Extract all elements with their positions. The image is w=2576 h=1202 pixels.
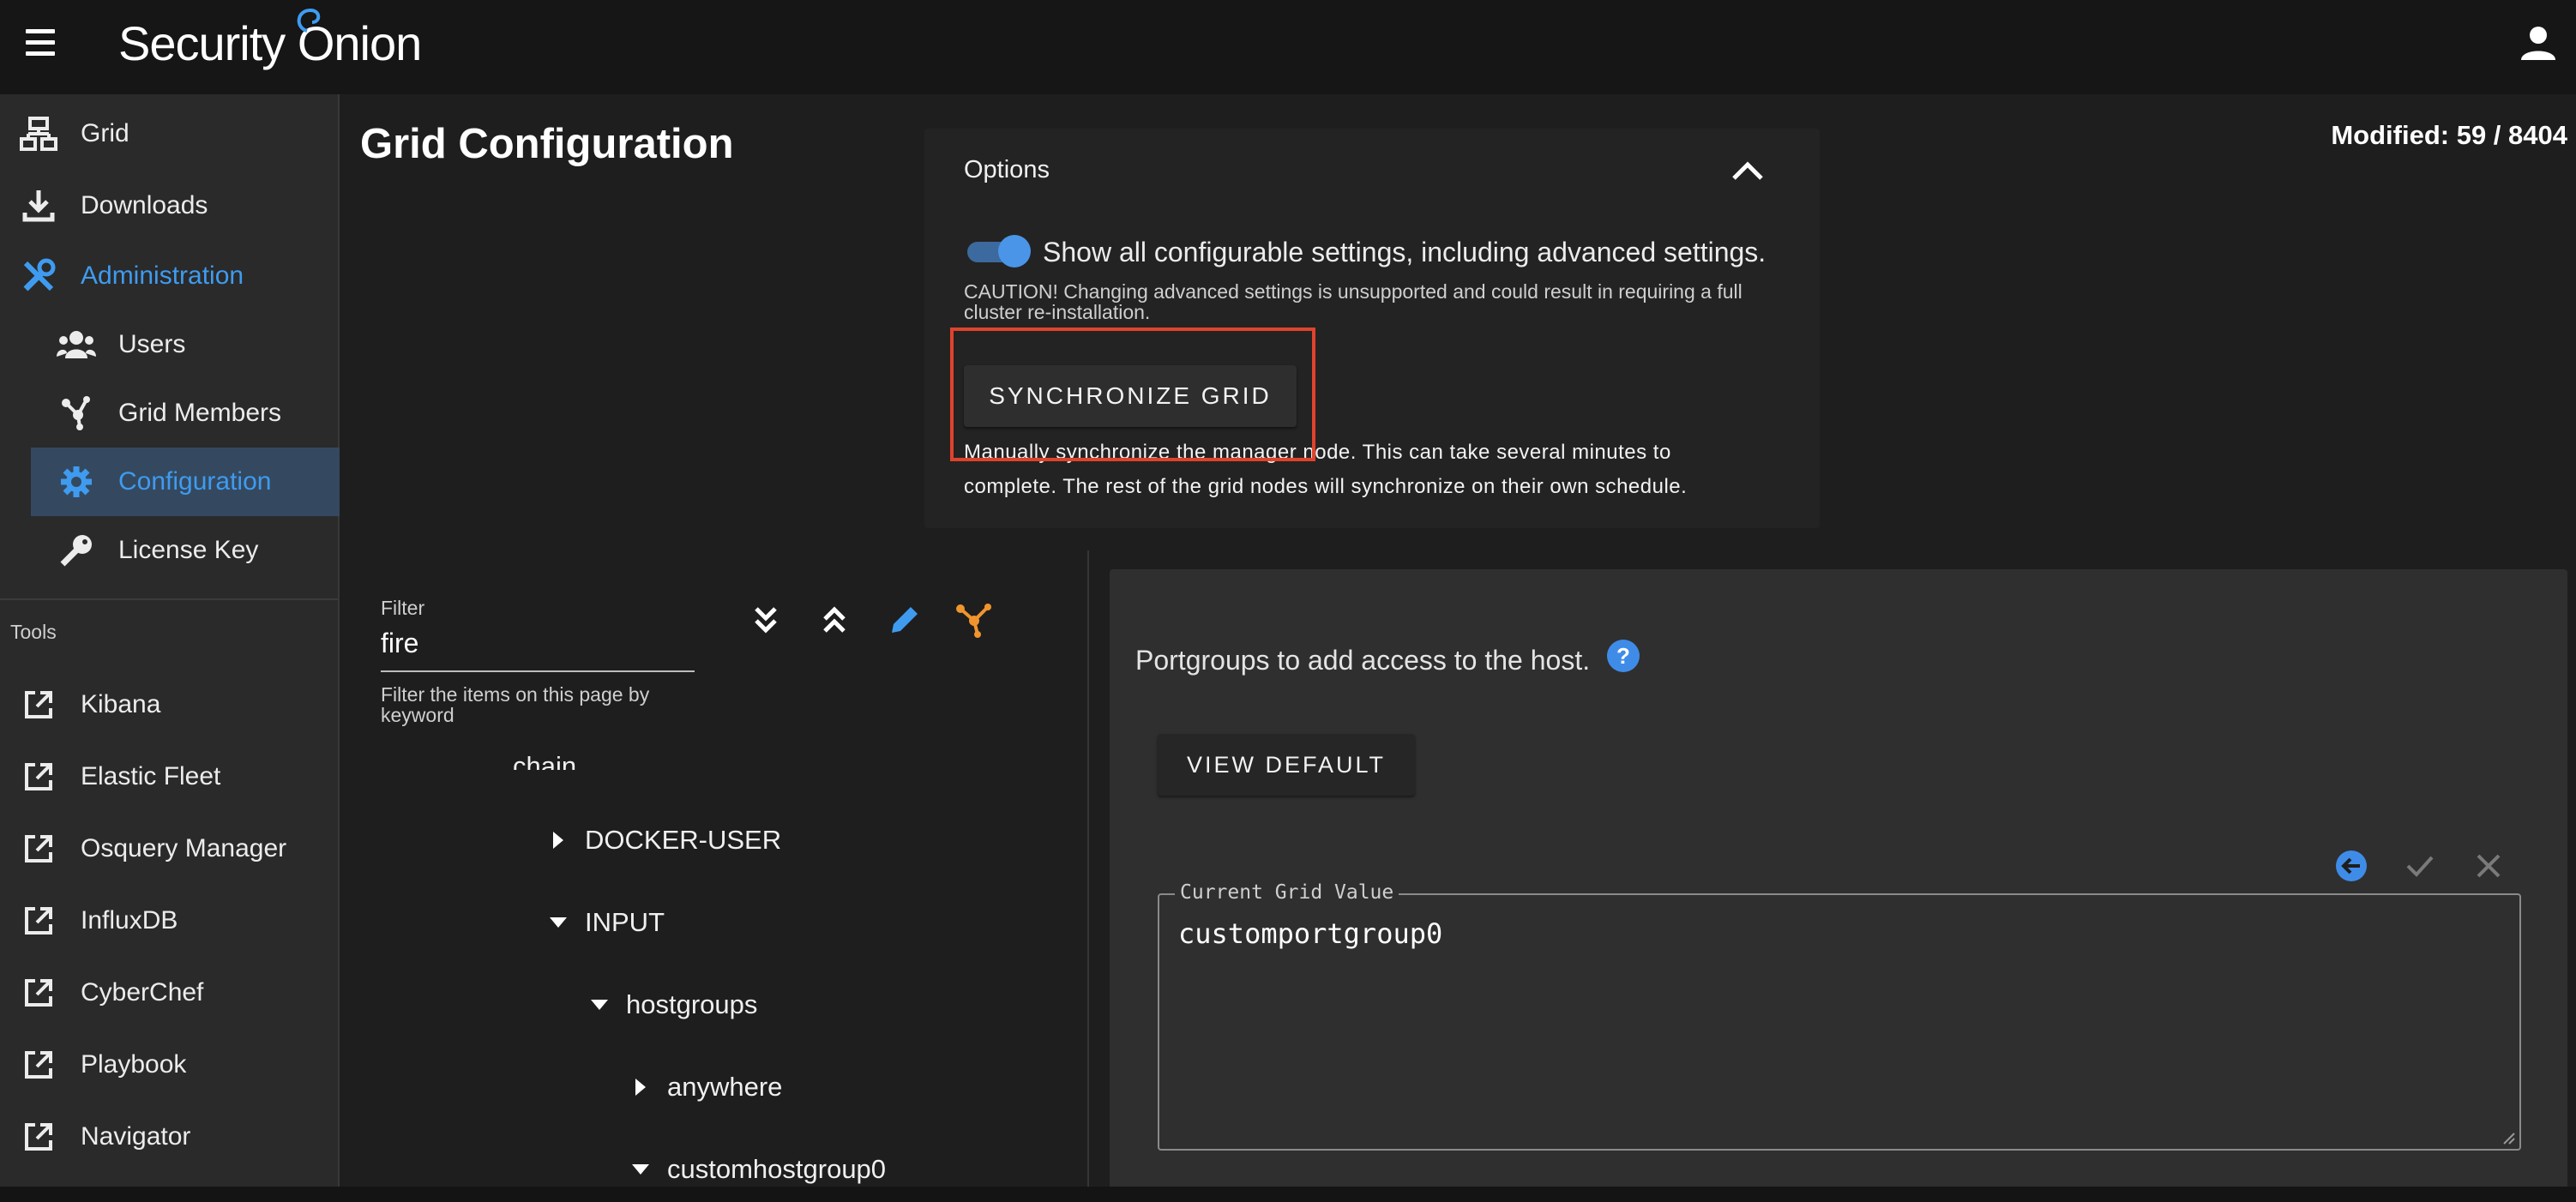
sidebar-tool-elastic-fleet[interactable]: Elastic Fleet [19, 742, 220, 811]
sidebar-item-license-key[interactable]: License Key [57, 516, 258, 585]
chevron-up-icon[interactable] [1730, 158, 1765, 183]
expand-all-icon[interactable] [746, 600, 785, 640]
menu-icon[interactable] [26, 29, 65, 63]
bottom-strip [0, 1187, 2576, 1202]
top-app-bar: Security Onion [0, 0, 2576, 94]
caret-down-icon[interactable] [545, 910, 571, 935]
sidebar: Grid Downloads Administration Users Grid… [0, 94, 340, 1202]
tree-item-customhostgroup0[interactable]: customhostgroup0 [628, 1154, 886, 1185]
filter-hint: Filter the items on this page by keyword [381, 683, 650, 726]
view-default-button[interactable]: VIEW DEFAULT [1158, 734, 1415, 796]
advanced-settings-toggle[interactable] [967, 235, 1032, 267]
setting-detail-panel: Portgroups to add access to the host. ? … [1110, 569, 2567, 1202]
user-account-icon[interactable] [2519, 24, 2557, 62]
modified-count: Modified: 59 / 8404 [2331, 120, 2567, 150]
sidebar-item-administration[interactable]: Administration [19, 242, 244, 310]
grid-members-icon [57, 394, 96, 433]
filter-underline [381, 670, 695, 672]
sidebar-tool-osquery-manager[interactable]: Osquery Manager [19, 814, 286, 883]
setting-description: Portgroups to add access to the host. [1135, 645, 1591, 676]
caret-right-icon[interactable] [628, 1074, 653, 1100]
current-grid-value-field[interactable]: Current Grid Value customportgroup0 [1158, 881, 2521, 1151]
key-icon [57, 531, 96, 570]
grid-members-orange-icon[interactable] [954, 600, 993, 640]
grid-network-icon [19, 114, 58, 153]
collapse-all-icon[interactable] [815, 600, 854, 640]
sidebar-item-grid-members[interactable]: Grid Members [57, 379, 281, 448]
external-link-icon [19, 973, 58, 1013]
check-icon[interactable] [2403, 849, 2437, 883]
options-title: Options [964, 156, 1050, 183]
tree-divider [1087, 550, 1089, 1202]
sidebar-item-users[interactable]: Users [57, 310, 185, 379]
current-grid-value-label: Current Grid Value [1175, 881, 1399, 904]
tree-item-hostgroups[interactable]: hostgroups [587, 989, 757, 1020]
resize-handle-icon[interactable] [2502, 1132, 2516, 1145]
caution-text: CAUTION! Changing advanced settings is u… [964, 280, 1742, 323]
page-title: Grid Configuration [360, 121, 734, 167]
sidebar-tool-navigator[interactable]: Navigator [19, 1103, 190, 1171]
external-link-icon [19, 757, 58, 796]
sidebar-divider [0, 598, 338, 600]
pencil-icon[interactable] [885, 600, 924, 640]
sidebar-tool-playbook[interactable]: Playbook [19, 1031, 186, 1099]
app-logo: Security Onion [118, 16, 422, 70]
filter-input[interactable]: fire [381, 628, 418, 659]
tools-icon [19, 256, 58, 296]
tree-item-anywhere[interactable]: anywhere [628, 1072, 782, 1103]
external-link-icon [19, 685, 58, 724]
tree-item-input[interactable]: INPUT [545, 907, 665, 938]
sidebar-item-configuration[interactable]: Configuration [57, 448, 271, 516]
caret-down-icon[interactable] [587, 992, 612, 1018]
users-icon [57, 325, 96, 364]
tree-item-partial: chain [513, 751, 577, 770]
download-icon [19, 186, 58, 225]
sidebar-tool-cyberchef[interactable]: CyberChef [19, 959, 203, 1027]
tools-section-label: Tools [10, 621, 57, 643]
advanced-settings-label: Show all configurable settings, includin… [1043, 237, 1766, 267]
external-link-icon [19, 829, 58, 868]
caret-down-icon[interactable] [628, 1157, 653, 1182]
gear-icon [57, 462, 96, 502]
caret-right-icon[interactable] [545, 827, 571, 853]
help-icon[interactable]: ? [1607, 640, 1640, 672]
external-link-icon [19, 1117, 58, 1157]
sidebar-item-grid[interactable]: Grid [19, 99, 129, 168]
onion-swirl-icon [297, 8, 321, 33]
sidebar-item-downloads[interactable]: Downloads [19, 171, 208, 240]
current-grid-value-text[interactable]: customportgroup0 [1178, 917, 1442, 950]
external-link-icon [19, 901, 58, 941]
close-icon[interactable] [2471, 849, 2506, 883]
sidebar-tool-influxdb[interactable]: InfluxDB [19, 886, 178, 955]
revert-arrow-icon[interactable] [2334, 849, 2368, 883]
external-link-icon [19, 1045, 58, 1085]
sidebar-tool-kibana[interactable]: Kibana [19, 670, 160, 739]
tree-item-docker-user[interactable]: DOCKER-USER [545, 825, 781, 856]
synchronize-highlight-box [950, 328, 1315, 461]
filter-label: Filter [381, 597, 425, 619]
